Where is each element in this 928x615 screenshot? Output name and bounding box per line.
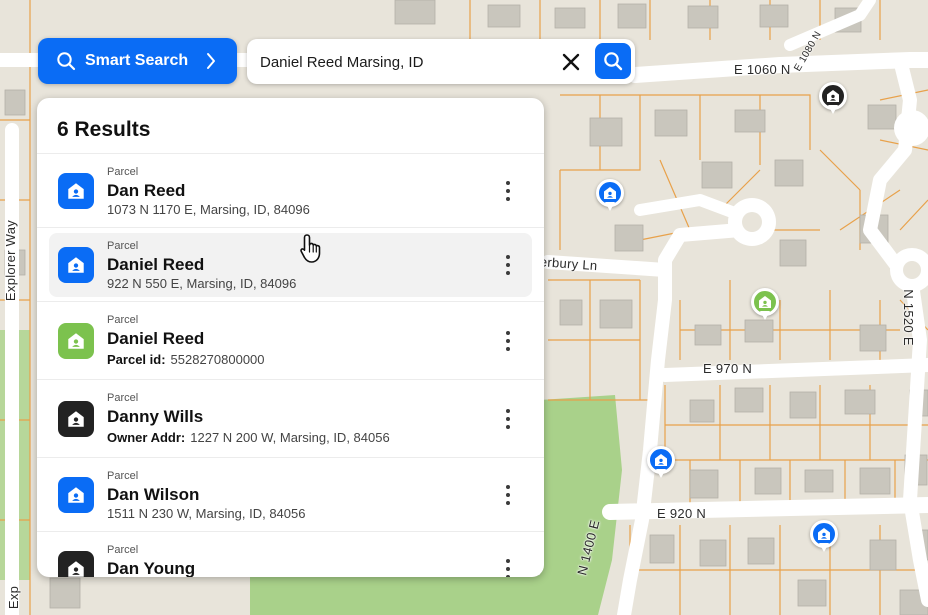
- parcel-icon-dark: [58, 401, 94, 437]
- result-type: Parcel: [107, 470, 139, 482]
- parcel-id-value: 5528270800000: [170, 352, 265, 367]
- search-icon: [57, 52, 76, 71]
- result-type: Parcel: [107, 314, 139, 326]
- parcel-home-icon: [68, 333, 84, 349]
- parcel-icon-dark: [58, 551, 94, 577]
- map-pin-blue-1[interactable]: [596, 179, 624, 213]
- parcel-id-label: Parcel id:: [107, 352, 166, 367]
- parcel-home-icon: [818, 528, 830, 540]
- parcel-icon-green: [58, 323, 94, 359]
- result-name: Dan Wilson: [107, 485, 200, 504]
- owner-addr-value: 1227 N 200 W, Marsing, ID, 84056: [190, 430, 390, 445]
- result-row-dan-reed[interactable]: Parcel Dan Reed 1073 N 1170 E, Marsing, …: [37, 154, 544, 228]
- more-options-button[interactable]: [500, 327, 516, 355]
- map-pin-dark-1[interactable]: [819, 82, 847, 116]
- result-row-danny-wills[interactable]: Parcel Danny Wills Owner Addr: 1227 N 200…: [37, 380, 544, 458]
- parcel-home-icon: [655, 454, 667, 466]
- map-pin-blue-3[interactable]: [810, 520, 838, 554]
- result-name: Danny Wills: [107, 407, 204, 426]
- parcel-home-icon: [68, 183, 84, 199]
- parcel-home-icon: [68, 487, 84, 503]
- smart-search-button[interactable]: Smart Search: [38, 38, 237, 84]
- more-options-button[interactable]: [500, 555, 516, 577]
- result-row-daniel-reed-1[interactable]: Parcel Daniel Reed 922 N 550 E, Marsing,…: [37, 228, 544, 302]
- street-label-e920n: E 920 N: [657, 506, 707, 521]
- result-parcel-id: Parcel id: 5528270800000: [107, 352, 265, 367]
- parcel-icon-blue: [58, 477, 94, 513]
- search-submit-button[interactable]: [595, 43, 631, 79]
- parcel-home-icon: [759, 296, 771, 308]
- results-title: 6 Results: [57, 118, 151, 141]
- result-name: Daniel Reed: [107, 329, 205, 348]
- result-address: 1073 N 1170 E, Marsing, ID, 84096: [107, 202, 310, 217]
- result-address: 922 N 550 E, Marsing, ID, 84096: [107, 276, 297, 291]
- result-owner-address: Owner Addr: 1227 N 200 W, Marsing, ID, 84…: [107, 430, 390, 445]
- street-label-n1520e: N 1520 E: [900, 289, 916, 346]
- result-row-daniel-reed-2[interactable]: Parcel Daniel Reed Parcel id: 55282708000…: [37, 302, 544, 380]
- parcel-home-icon: [68, 257, 84, 273]
- search-bar: [247, 39, 635, 84]
- result-type: Parcel: [107, 240, 139, 252]
- result-row-dan-wilson[interactable]: Parcel Dan Wilson 1511 N 230 W, Marsing,…: [37, 458, 544, 532]
- parcel-home-icon: [604, 187, 616, 199]
- more-options-button[interactable]: [500, 251, 516, 279]
- map-pin-green-1[interactable]: [751, 288, 779, 322]
- result-name: Dan Young: [107, 559, 196, 577]
- parcel-home-icon: [68, 411, 84, 427]
- smart-search-label: Smart Search: [85, 52, 189, 69]
- parcel-home-icon: [827, 90, 839, 102]
- parcel-icon-blue: [58, 173, 94, 209]
- more-options-button[interactable]: [500, 405, 516, 433]
- street-label-e970n: E 970 N: [703, 361, 753, 376]
- search-icon: [604, 52, 623, 71]
- map-pin-blue-2[interactable]: [647, 446, 675, 480]
- clear-icon[interactable]: [559, 50, 583, 74]
- results-panel[interactable]: 6 Results Parcel Dan Reed 1073 N 1170 E,…: [37, 98, 544, 577]
- result-row-dan-young[interactable]: Parcel Dan Young: [37, 532, 544, 577]
- result-name: Daniel Reed: [107, 255, 205, 274]
- street-label-explorer-way: Explorer Way: [3, 219, 19, 302]
- more-options-button[interactable]: [500, 177, 516, 205]
- street-label-e1060n: E 1060 N: [734, 62, 791, 77]
- owner-addr-label: Owner Addr:: [107, 430, 186, 445]
- hand-cursor-icon: [300, 234, 321, 263]
- result-name: Dan Reed: [107, 181, 186, 200]
- chevron-right-icon: [207, 53, 215, 69]
- search-input[interactable]: [260, 50, 550, 74]
- street-label-explorer-bottom: Exp: [6, 585, 22, 610]
- result-address: 1511 N 230 W, Marsing, ID, 84056: [107, 506, 306, 521]
- result-type: Parcel: [107, 392, 139, 404]
- parcel-home-icon: [68, 561, 84, 577]
- more-options-button[interactable]: [500, 481, 516, 509]
- result-type: Parcel: [107, 544, 139, 556]
- parcel-icon-blue: [58, 247, 94, 283]
- result-type: Parcel: [107, 166, 139, 178]
